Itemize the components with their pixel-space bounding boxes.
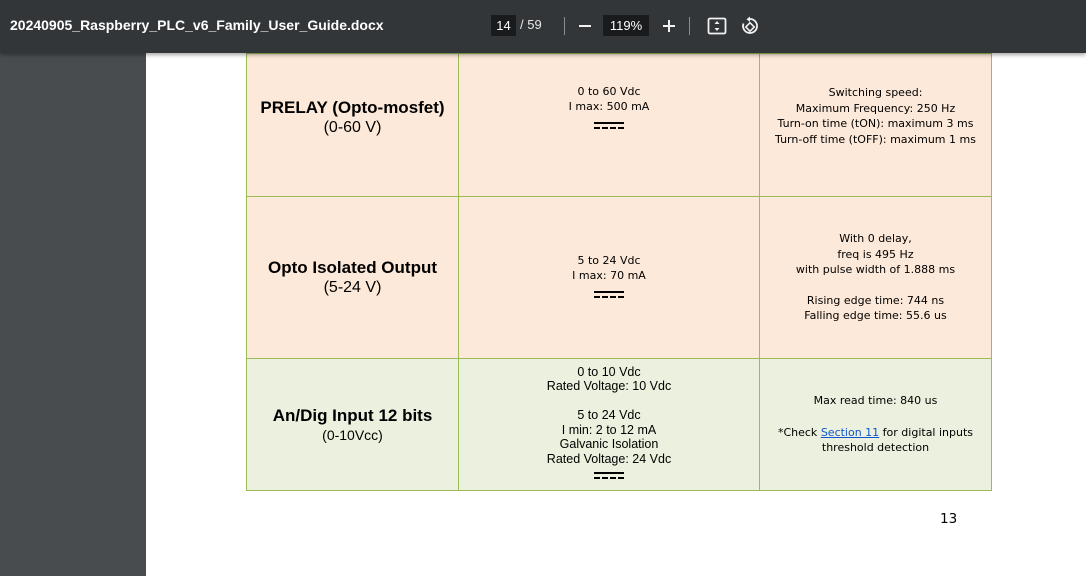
note-check-line: *Check Section 11 for digital inputs bbox=[760, 425, 991, 441]
spec-spacer bbox=[459, 394, 759, 409]
note-line: Switching speed: bbox=[828, 86, 923, 99]
note-prefix: *Check bbox=[777, 425, 821, 439]
spec-line: 0 to 10 Vdc bbox=[577, 364, 641, 379]
note-spacer bbox=[760, 409, 991, 425]
output-type-range: (0-10Vcc) bbox=[322, 426, 383, 443]
table-row: An/Dig Input 12 bits (0-10Vcc) 0 to 10 V… bbox=[246, 358, 992, 491]
pdf-toolbar: 20240905_Raspberry_PLC_v6_Family_User_Gu… bbox=[0, 0, 1086, 53]
fit-page-button[interactable] bbox=[704, 13, 730, 39]
spec-line: 5 to 24 Vdc bbox=[577, 408, 641, 423]
output-type-range: (5-24 V) bbox=[323, 278, 382, 296]
table-row: PRELAY (Opto-mosfet) (0-60 V) 0 to 60 Vd… bbox=[246, 53, 992, 197]
zoom-out-button[interactable] bbox=[572, 13, 598, 39]
spec-line: Rated Voltage: 24 Vdc bbox=[546, 451, 672, 466]
fit-page-icon bbox=[707, 17, 727, 35]
note-line: Turn-on time (tON): maximum 3 ms bbox=[777, 117, 974, 130]
note-line: Max read time: 840 us bbox=[813, 394, 938, 408]
toolbar-divider bbox=[689, 17, 690, 35]
table-cell-name: Opto Isolated Output (5-24 V) bbox=[246, 196, 459, 359]
zoom-in-button[interactable] bbox=[656, 13, 682, 39]
document-title: 20240905_Raspberry_PLC_v6_Family_User_Gu… bbox=[10, 17, 384, 33]
table-cell-name: An/Dig Input 12 bits (0-10Vcc) bbox=[246, 358, 459, 491]
note-line: with pulse width of 1.888 ms bbox=[795, 263, 956, 277]
table-cell-specs: 5 to 24 Vdc I max: 70 mA bbox=[458, 196, 760, 359]
spec-line: I max: 500 mA bbox=[568, 100, 650, 113]
zoom-level-input[interactable]: 119% bbox=[603, 15, 649, 36]
note-line: With 0 delay, bbox=[839, 232, 912, 246]
table-cell-notes: Switching speed: Maximum Frequency: 250 … bbox=[759, 53, 992, 197]
table-cell-specs: 0 to 60 Vdc I max: 500 mA bbox=[458, 53, 760, 197]
current-page-input[interactable]: 14 bbox=[491, 15, 516, 36]
page-number: 13 bbox=[940, 511, 958, 527]
table-cell-notes: With 0 delay, freq is 495 Hz with pulse … bbox=[759, 196, 992, 359]
rotate-icon bbox=[742, 16, 758, 34]
note-line: Rising edge time: 744 ns bbox=[806, 293, 945, 307]
page-total: / 59 bbox=[520, 17, 542, 32]
toolbar-divider bbox=[564, 17, 565, 35]
specs-table: PRELAY (Opto-mosfet) (0-60 V) 0 to 60 Vd… bbox=[246, 53, 992, 491]
output-type-name: Opto Isolated Output bbox=[267, 257, 438, 277]
note-line: threshold detection bbox=[821, 441, 930, 455]
spec-line: 5 to 24 Vdc bbox=[577, 253, 641, 267]
dc-symbol-icon bbox=[594, 122, 624, 129]
spec-line: Rated Voltage: 10 Vdc bbox=[546, 379, 672, 394]
spec-line: I max: 70 mA bbox=[572, 268, 646, 282]
spec-line: 0 to 60 Vdc bbox=[577, 85, 641, 98]
dc-symbol-icon bbox=[594, 472, 624, 480]
note-line: Falling edge time: 55.6 us bbox=[804, 309, 947, 323]
table-cell-name: PRELAY (Opto-mosfet) (0-60 V) bbox=[246, 53, 459, 197]
note-line: Turn-off time (tOFF): maximum 1 ms bbox=[775, 132, 976, 146]
section-11-link[interactable]: Section 11 bbox=[821, 426, 879, 439]
output-type-name: PRELAY (Opto-mosfet) bbox=[260, 98, 445, 117]
table-cell-specs: 0 to 10 Vdc Rated Voltage: 10 Vdc 5 to 2… bbox=[458, 358, 760, 491]
note-spacer bbox=[760, 278, 991, 293]
table-cell-notes: Max read time: 840 us *Check Section 11 … bbox=[759, 358, 992, 491]
zoom-out-icon bbox=[579, 25, 591, 27]
spec-line: I min: 2 to 12 mA bbox=[561, 422, 657, 437]
note-suffix: for digital inputs bbox=[879, 425, 974, 439]
note-line: Maximum Frequency: 250 Hz bbox=[795, 101, 956, 115]
viewer-margin bbox=[0, 53, 146, 576]
document-page[interactable]: PRELAY (Opto-mosfet) (0-60 V) 0 to 60 Vd… bbox=[146, 53, 1086, 576]
spec-line: Galvanic Isolation bbox=[559, 437, 659, 452]
table-row: Opto Isolated Output (5-24 V) 5 to 24 Vd… bbox=[246, 196, 992, 359]
output-type-name: An/Dig Input 12 bits bbox=[272, 405, 433, 425]
dc-symbol-icon bbox=[594, 290, 624, 298]
zoom-in-icon bbox=[663, 20, 675, 32]
output-type-range: (0-60 V) bbox=[323, 119, 382, 136]
rotate-button[interactable] bbox=[737, 13, 763, 39]
note-line: freq is 495 Hz bbox=[837, 247, 914, 261]
